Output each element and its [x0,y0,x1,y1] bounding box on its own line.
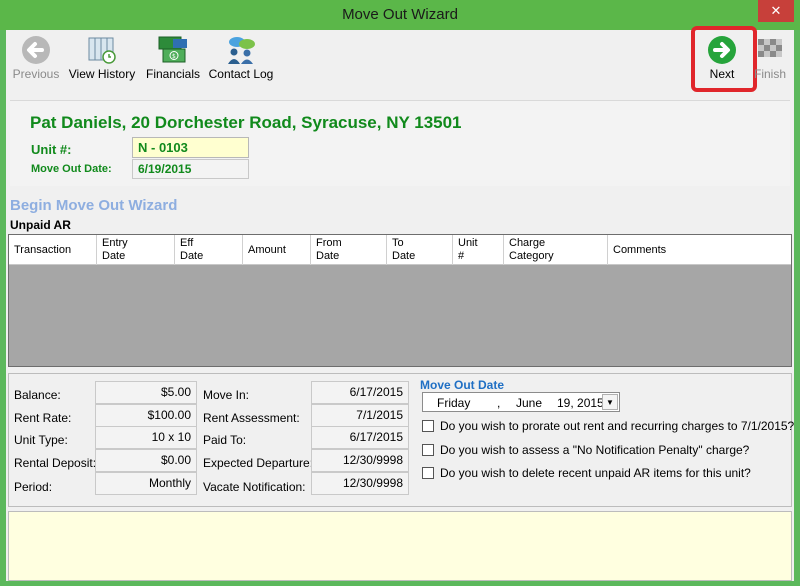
vacate-notification-field: 12/30/9998 [311,472,409,495]
move-out-date-label: Move Out Date: [31,163,112,175]
paid-to-label: Paid To: [203,433,247,447]
penalty-option-label: Do you wish to assess a "No Notification… [440,443,750,457]
prorate-checkbox[interactable] [422,420,434,432]
money-icon: $ [158,36,187,63]
period-field: Monthly [95,472,197,495]
unpaid-ar-grid[interactable]: Transaction Entry Date Eff Date Amount Fro… [8,234,792,367]
balance-label: Balance: [14,388,61,402]
close-button[interactable]: ✕ [758,0,794,22]
column-header-eff-date[interactable]: Eff Date [175,235,243,265]
column-header-unit[interactable]: Unit # [453,235,504,265]
balance-field: $5.00 [95,381,197,404]
delete-ar-checkbox[interactable] [422,467,434,479]
period-label: Period: [14,480,53,494]
date-comma: , [497,396,501,410]
unit-type-field: 10 x 10 [95,426,197,449]
expected-departure-label: Expected Departure: [203,456,314,470]
contact-people-icon [228,37,255,64]
previous-label: Previous [12,67,60,81]
finish-button[interactable]: Finish [750,30,790,85]
move-in-field: 6/17/2015 [311,381,409,404]
vacate-notification-label: Vacate Notification: [203,480,306,494]
rent-rate-label: Rent Rate: [14,411,72,425]
grid-header-row: Transaction Entry Date Eff Date Amount Fro… [9,235,791,265]
notes-area[interactable] [8,511,792,581]
rent-assessment-label: Rent Assessment: [203,411,300,425]
title-bar[interactable]: Move Out Wizard ✕ [0,0,800,30]
penalty-checkbox[interactable] [422,444,434,456]
back-arrow-icon [22,36,50,64]
window-title: Move Out Wizard [342,6,458,23]
expected-departure-field: 12/30/9998 [311,449,409,472]
unit-type-label: Unit Type: [14,433,68,447]
financials-button[interactable]: $ Financials [144,30,202,85]
column-header-charge-category[interactable]: Charge Category [504,235,608,265]
column-header-comments[interactable]: Comments [608,235,791,265]
column-header-from-date[interactable]: From Date [311,235,387,265]
paid-to-field: 6/17/2015 [311,426,409,449]
unit-number-field: N - 0103 [132,137,249,158]
move-in-label: Move In: [203,388,250,402]
svg-text:$: $ [172,53,176,60]
rent-assessment-field: 7/1/2015 [311,404,409,427]
column-header-entry-date[interactable]: Entry Date [97,235,175,265]
rental-deposit-label: Rental Deposit: [14,456,97,470]
unit-info-panel: Balance: $5.00 Rent Rate: $100.00 Unit T… [8,373,794,507]
delete-unpaid-ar-option[interactable]: Do you wish to delete recent unpaid AR i… [422,466,751,480]
view-history-button[interactable]: View History [66,30,138,85]
wizard-step-title: Begin Move Out Wizard [10,197,178,214]
date-day-year: 19, 2015 [557,396,604,410]
next-arrow-icon [708,36,736,64]
column-header-transaction[interactable]: Transaction [9,235,97,265]
wizard-client-area: Previous View History $ Financials Conta… [6,26,794,581]
unpaid-ar-heading: Unpaid AR [10,218,71,232]
date-weekday: Friday [437,396,471,410]
rental-deposit-field: $0.00 [95,449,197,472]
move-out-date-field: 6/19/2015 [132,159,249,179]
tenant-header-panel: Pat Daniels, 20 Dorchester Road, Syracus… [10,100,790,186]
unit-label: Unit #: [31,142,72,157]
no-notification-penalty-option[interactable]: Do you wish to assess a "No Notification… [422,443,749,457]
move-out-date-heading: Move Out Date [420,378,505,392]
contact-log-button[interactable]: Contact Log [206,30,276,85]
view-history-label: View History [68,67,136,81]
move-out-wizard-window: Move Out Wizard ✕ Previous View History [0,0,800,586]
chevron-down-icon[interactable]: ▼ [602,394,618,410]
financials-label: Financials [145,67,201,81]
next-button[interactable]: Next [698,30,746,85]
prorate-option[interactable]: Do you wish to prorate out rent and recu… [422,419,794,433]
contact-log-label: Contact Log [208,67,274,81]
history-icon [88,37,116,64]
date-month: June [516,396,543,410]
column-header-amount[interactable]: Amount [243,235,311,265]
next-label: Next [709,67,735,81]
prorate-option-label: Do you wish to prorate out rent and recu… [440,419,795,433]
delete-ar-option-label: Do you wish to delete recent unpaid AR i… [440,466,751,480]
tenant-name-address: Pat Daniels, 20 Dorchester Road, Syracus… [30,113,462,132]
finish-label: Finish [753,67,786,81]
finish-flag-icon [758,39,782,57]
previous-button[interactable]: Previous [10,30,62,85]
rent-rate-field: $100.00 [95,404,197,427]
move-out-date-picker[interactable]: Friday , June 19, 2015 ▼ [422,392,620,412]
column-header-to-date[interactable]: To Date [387,235,453,265]
